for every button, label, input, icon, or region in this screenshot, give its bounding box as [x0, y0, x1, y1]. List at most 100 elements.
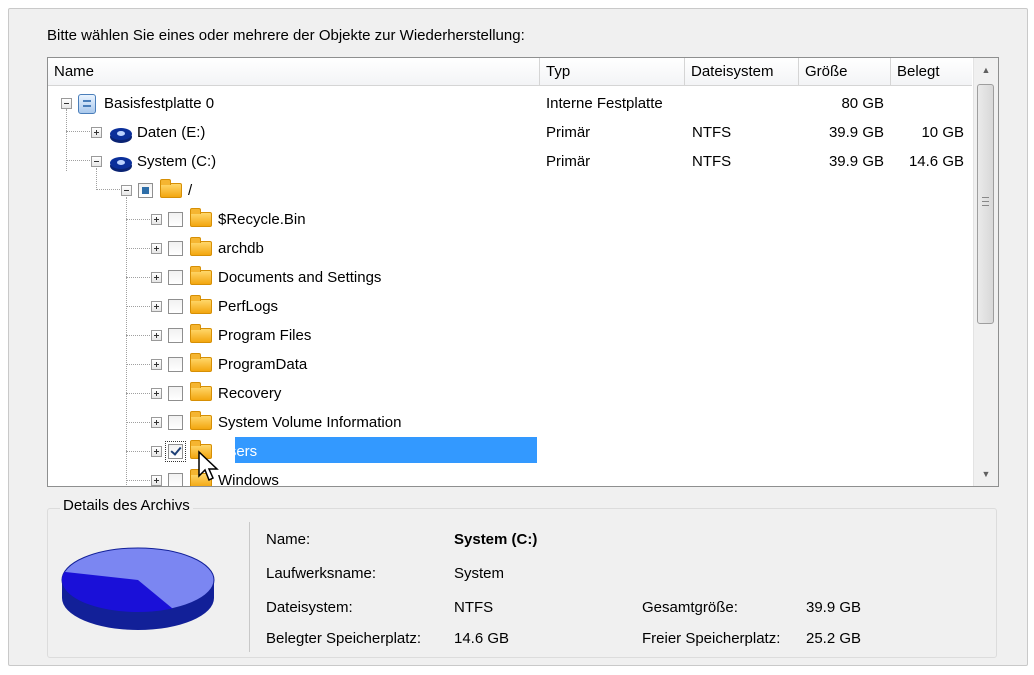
column-header-dateisystem[interactable]: Dateisystem [685, 58, 799, 85]
table-row[interactable]: / [48, 176, 972, 205]
table-row[interactable]: Users [48, 437, 972, 466]
expand-icon[interactable] [151, 214, 162, 225]
row-name: / [188, 182, 193, 199]
column-header-belegt[interactable]: Belegt [891, 58, 972, 85]
row-name: Daten (E:) [137, 124, 206, 141]
tree-line [126, 364, 154, 365]
total-size-value: 39.9 GB [806, 599, 862, 616]
used-space-value: 14.6 GB [454, 630, 510, 647]
expand-icon[interactable] [151, 446, 162, 457]
row-fs: NTFS [692, 153, 732, 170]
hard-disk-icon [78, 93, 96, 114]
table-row[interactable]: archdb [48, 234, 972, 263]
expand-icon[interactable] [151, 417, 162, 428]
tree-header: Name Typ Dateisystem Größe Belegt [48, 58, 972, 86]
folder-icon [190, 353, 212, 372]
column-header-groesse[interactable]: Größe [799, 58, 891, 85]
free-space-value: 25.2 GB [806, 630, 862, 647]
expand-icon[interactable] [151, 301, 162, 312]
expand-icon[interactable] [151, 359, 162, 370]
tree-line [126, 248, 154, 249]
row-name: System Volume Information [218, 414, 402, 431]
folder-icon [190, 295, 212, 314]
filesystem-label: Dateisystem: [266, 599, 353, 616]
row-name: Documents and Settings [218, 269, 382, 286]
row-used: 14.6 GB [908, 153, 964, 170]
total-size-label: Gesamtgröße: [642, 599, 738, 616]
table-row[interactable]: Daten (E:) Primär NTFS 39.9 GB 10 GB [48, 118, 972, 147]
folder-checkbox[interactable] [168, 212, 183, 227]
column-header-name[interactable]: Name [48, 58, 540, 85]
row-fs: NTFS [692, 124, 732, 141]
mouse-cursor-icon [198, 450, 219, 482]
expand-icon[interactable] [151, 243, 162, 254]
table-row[interactable]: Basisfestplatte 0 Interne Festplatte 80 … [48, 89, 972, 118]
tree-line [126, 277, 154, 278]
filesystem-value: NTFS [454, 599, 494, 616]
collapse-icon[interactable] [61, 98, 72, 109]
folder-checkbox-checked[interactable] [165, 441, 186, 462]
folder-icon [190, 382, 212, 401]
table-row[interactable]: Documents and Settings [48, 263, 972, 292]
folder-checkbox[interactable] [168, 270, 183, 285]
folder-checkbox[interactable] [168, 415, 183, 430]
table-row[interactable]: System Volume Information [48, 408, 972, 437]
folder-checkbox[interactable] [168, 473, 183, 486]
expand-icon[interactable] [151, 388, 162, 399]
table-row[interactable]: Program Files [48, 321, 972, 350]
tree-line [126, 393, 154, 394]
scrollbar-thumb[interactable] [977, 84, 994, 324]
used-space-label: Belegter Speicherplatz: [266, 630, 422, 647]
tree-line [126, 451, 154, 452]
drive-name-label: Laufwerksname: [266, 565, 377, 582]
row-typ: Interne Festplatte [546, 95, 663, 112]
row-name: PerfLogs [218, 298, 279, 315]
folder-checkbox[interactable] [168, 241, 183, 256]
folder-icon [190, 237, 212, 256]
expand-icon[interactable] [151, 475, 162, 486]
row-name: Windows [218, 472, 279, 487]
row-name: Basisfestplatte 0 [104, 95, 215, 112]
expand-icon[interactable] [151, 330, 162, 341]
folder-icon [190, 324, 212, 343]
table-row[interactable]: $Recycle.Bin [48, 205, 972, 234]
expand-icon[interactable] [151, 272, 162, 283]
scroll-down-arrow-icon[interactable]: ▼ [974, 462, 998, 486]
name-label: Name: [266, 531, 311, 548]
volume-icon [108, 122, 134, 144]
vertical-scrollbar[interactable]: ▲ ▼ [973, 58, 998, 486]
drive-name-value: System [454, 565, 505, 582]
tree-line [126, 306, 154, 307]
table-row[interactable]: Windows [48, 466, 972, 487]
table-row[interactable]: System (C:) Primär NTFS 39.9 GB 14.6 GB [48, 147, 972, 176]
details-divider [249, 522, 250, 652]
folder-checkbox[interactable] [168, 299, 183, 314]
restore-object-tree[interactable]: Name Typ Dateisystem Größe Belegt Basisf… [47, 57, 999, 487]
table-row[interactable]: Recovery [48, 379, 972, 408]
row-typ: Primär [546, 153, 591, 170]
folder-checkbox[interactable] [168, 328, 183, 343]
row-name: System (C:) [137, 153, 217, 170]
scroll-up-arrow-icon[interactable]: ▲ [974, 58, 998, 82]
folder-icon [190, 411, 212, 430]
collapse-icon[interactable] [91, 156, 102, 167]
collapse-icon[interactable] [121, 185, 132, 196]
grip-icon [982, 197, 989, 206]
folder-icon [190, 266, 212, 285]
table-row[interactable]: PerfLogs [48, 292, 972, 321]
name-value: System (C:) [454, 531, 538, 548]
table-row[interactable]: ProgramData [48, 350, 972, 379]
folder-icon [160, 179, 182, 198]
tree-line [126, 480, 154, 481]
tree-line [126, 219, 154, 220]
row-name: Users [218, 443, 258, 460]
row-size: 80 GB [841, 95, 884, 112]
folder-checkbox[interactable] [168, 386, 183, 401]
column-header-typ[interactable]: Typ [540, 58, 685, 85]
partial-checkbox[interactable] [138, 183, 153, 198]
disk-usage-pie-chart [61, 547, 215, 630]
expand-icon[interactable] [91, 127, 102, 138]
row-name: ProgramData [218, 356, 308, 373]
folder-checkbox[interactable] [168, 357, 183, 372]
selection-prompt: Bitte wählen Sie eines oder mehrere der … [47, 27, 525, 44]
